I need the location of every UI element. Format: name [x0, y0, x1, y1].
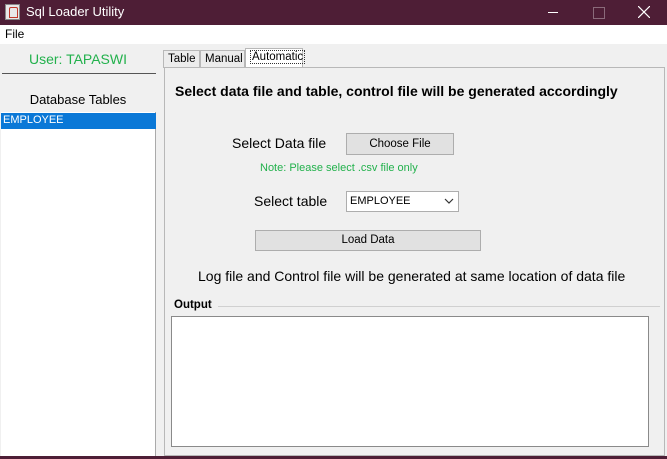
java-app-icon [5, 4, 20, 20]
table-select[interactable]: EMPLOYEE [346, 191, 459, 212]
tab-automatic[interactable]: Automatic [245, 48, 306, 68]
group-border [218, 306, 660, 307]
table-label: Select table [254, 193, 328, 209]
menu-file[interactable]: File [5, 27, 24, 41]
load-data-button[interactable]: Load Data [255, 230, 481, 251]
output-textarea[interactable] [171, 316, 649, 447]
list-item-employee[interactable]: EMPLOYEE [1, 113, 156, 129]
menu-bar: File [0, 25, 667, 44]
maximize-button[interactable] [575, 0, 621, 25]
output-group: Output [170, 296, 660, 452]
tab-table[interactable]: Table [163, 50, 200, 68]
table-select-value: EMPLOYEE [350, 195, 411, 207]
close-button[interactable] [621, 0, 667, 25]
panel-heading: Select data file and table, control file… [175, 83, 618, 99]
info-text: Log file and Control file will be genera… [198, 268, 626, 284]
database-tables-heading: Database Tables [29, 92, 127, 107]
window-title: Sql Loader Utility [26, 4, 125, 19]
chevron-down-icon [444, 198, 454, 204]
automatic-panel: Select data file and table, control file… [164, 67, 665, 456]
table-list[interactable]: EMPLOYEE [1, 112, 156, 457]
divider [2, 73, 156, 74]
choose-file-button[interactable]: Choose File [346, 133, 454, 155]
close-icon [638, 6, 650, 18]
tab-automatic-label: Automatic [250, 50, 306, 64]
output-label: Output [174, 299, 212, 311]
minimize-button[interactable] [530, 0, 576, 25]
tab-manual[interactable]: Manual [200, 50, 245, 68]
title-bar[interactable]: Sql Loader Utility [0, 0, 667, 25]
left-panel: User: TAPASWI Database Tables EMPLOYEE [0, 44, 158, 457]
data-file-label: Select Data file [232, 135, 327, 151]
csv-note: Note: Please select .csv file only [260, 162, 418, 174]
user-label: User: TAPASWI [28, 51, 127, 67]
